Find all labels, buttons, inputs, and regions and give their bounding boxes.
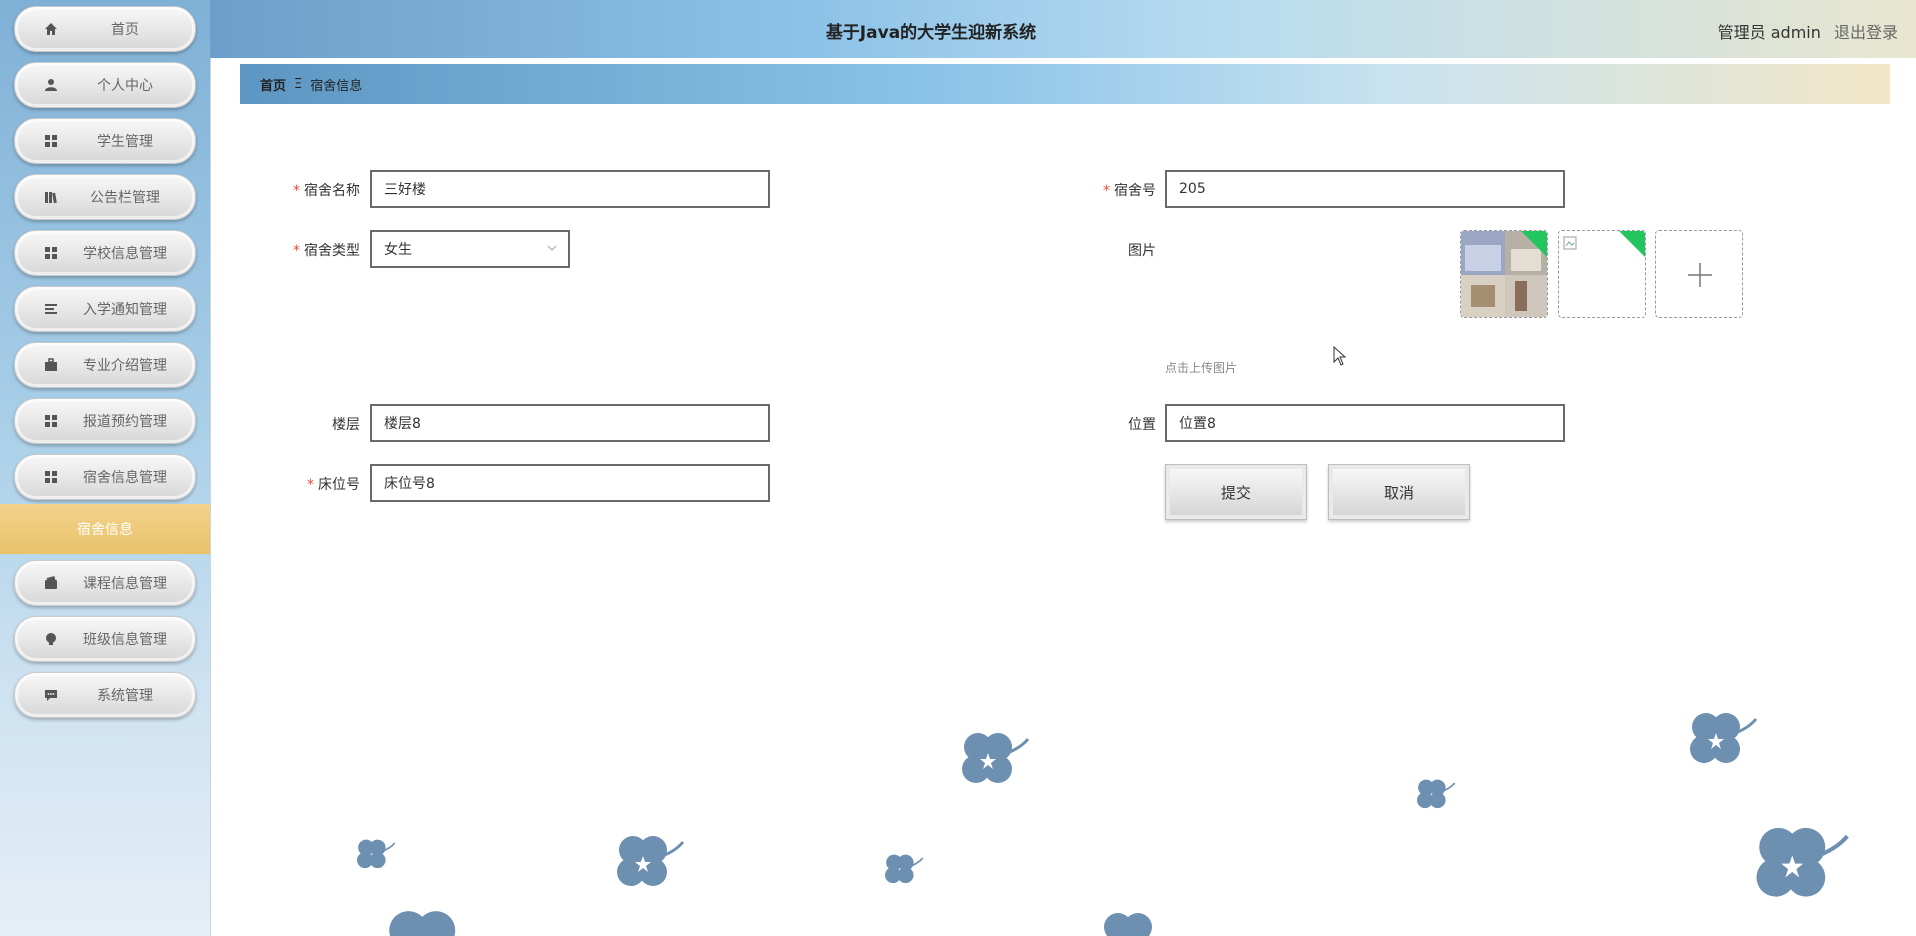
home-icon bbox=[43, 21, 59, 37]
user-area: 管理员 admin 退出登录 bbox=[1718, 19, 1898, 43]
sidebar-item-bulletin[interactable]: 公告栏管理 bbox=[14, 174, 196, 220]
image-upload-button[interactable] bbox=[1655, 230, 1743, 318]
location-input[interactable]: 位置8 bbox=[1165, 404, 1565, 442]
dorm-type-value: 女生 bbox=[384, 242, 412, 258]
dorm-no-input[interactable]: 205 bbox=[1165, 170, 1565, 208]
broken-image-icon bbox=[1563, 235, 1577, 254]
clover-decoration bbox=[1756, 827, 1849, 897]
sidebar-item-class[interactable]: 班级信息管理 bbox=[14, 616, 196, 662]
user-label: 管理员 admin bbox=[1717, 23, 1821, 42]
sidebar-item-label: 公告栏管理 bbox=[90, 190, 160, 206]
clover-decoration bbox=[1690, 713, 1758, 763]
sidebar-item-major[interactable]: 专业介绍管理 bbox=[14, 342, 196, 388]
floor-input[interactable]: 楼层8 bbox=[370, 404, 770, 442]
clover-decoration bbox=[389, 911, 456, 936]
breadcrumb-current: 宿舍信息 bbox=[310, 78, 363, 94]
clover-decoration bbox=[1104, 913, 1152, 936]
dorm-name-input[interactable]: 三好楼 bbox=[370, 170, 770, 208]
upload-hint: 点击上传图片 bbox=[1165, 361, 1238, 375]
app-title: 基于Java的大学生迎新系统 bbox=[825, 23, 1037, 43]
cancel-button[interactable]: 取消 bbox=[1328, 464, 1470, 520]
sidebar-item-course[interactable]: 课程信息管理 bbox=[14, 560, 196, 606]
sidebar-item-label: 个人中心 bbox=[97, 78, 153, 94]
required-mark: * bbox=[307, 477, 314, 493]
bulb-icon bbox=[43, 631, 59, 647]
sidebar-item-booking[interactable]: 报道预约管理 bbox=[14, 398, 196, 444]
upload-success-badge bbox=[1521, 231, 1547, 257]
required-mark: * bbox=[293, 183, 300, 199]
required-mark: * bbox=[1103, 183, 1110, 199]
sidebar-item-label: 课程信息管理 bbox=[83, 576, 167, 592]
sidebar-item-label: 学校信息管理 bbox=[83, 246, 167, 262]
uploaded-image-1[interactable] bbox=[1460, 230, 1548, 318]
plus-icon bbox=[1686, 261, 1714, 293]
chat-icon bbox=[43, 687, 59, 703]
dorm-no-label: * 宿舍号 bbox=[1103, 183, 1156, 199]
sidebar-item-profile[interactable]: 个人中心 bbox=[14, 62, 196, 108]
sidebar: 首页 个人中心 学生管理 公告栏管理 学校信息管理 入学通知管理 专业介绍管理 … bbox=[0, 0, 211, 936]
sidebar-item-label: 入学通知管理 bbox=[83, 302, 167, 318]
sidebar-item-label: 班级信息管理 bbox=[83, 632, 167, 648]
clover-decoration bbox=[1417, 779, 1456, 809]
sidebar-item-label: 宿舍信息管理 bbox=[83, 470, 167, 486]
sidebar-item-home[interactable]: 首页 bbox=[14, 6, 196, 52]
logout-link[interactable]: 退出登录 bbox=[1834, 23, 1898, 42]
sidebar-subitem-dorm-info[interactable]: 宿舍信息 bbox=[0, 504, 210, 554]
dorm-type-select[interactable]: 女生 bbox=[370, 230, 570, 268]
grid-icon bbox=[43, 469, 59, 485]
sidebar-item-students[interactable]: 学生管理 bbox=[14, 118, 196, 164]
grid-icon bbox=[43, 413, 59, 429]
cursor-icon bbox=[1333, 345, 1347, 370]
sidebar-item-label: 首页 bbox=[111, 22, 139, 38]
location-label: 位置 bbox=[1128, 417, 1156, 433]
dorm-type-label: * 宿舍类型 bbox=[293, 243, 360, 259]
floor-label: 楼层 bbox=[332, 417, 360, 433]
sidebar-item-label: 报道预约管理 bbox=[83, 414, 167, 430]
uploaded-image-2[interactable] bbox=[1558, 230, 1646, 318]
list-icon bbox=[43, 301, 59, 317]
grid-icon bbox=[43, 133, 59, 149]
sidebar-item-dorm[interactable]: 宿舍信息管理 bbox=[14, 454, 196, 500]
sidebar-item-notice[interactable]: 入学通知管理 bbox=[14, 286, 196, 332]
bed-no-input[interactable]: 床位号8 bbox=[370, 464, 770, 502]
submit-button[interactable]: 提交 bbox=[1165, 464, 1307, 520]
book-icon bbox=[43, 189, 59, 205]
image-label: 图片 bbox=[1128, 243, 1156, 259]
breadcrumb: 首页 Ξ 宿舍信息 bbox=[240, 64, 1890, 104]
breadcrumb-separator: Ξ bbox=[294, 76, 303, 92]
chevron-down-icon bbox=[546, 242, 558, 254]
clover-decoration bbox=[617, 836, 685, 886]
bed-no-label: * 床位号 bbox=[307, 477, 360, 493]
breadcrumb-home[interactable]: 首页 bbox=[260, 75, 286, 94]
top-header: 基于Java的大学生迎新系统 管理员 admin 退出登录 bbox=[210, 0, 1916, 58]
sidebar-item-label: 系统管理 bbox=[97, 688, 153, 704]
required-mark: * bbox=[293, 243, 300, 259]
clover-decoration bbox=[962, 733, 1030, 783]
sidebar-item-school[interactable]: 学校信息管理 bbox=[14, 230, 196, 276]
user-icon bbox=[43, 77, 59, 93]
sidebar-item-label: 学生管理 bbox=[97, 134, 153, 150]
clover-decoration bbox=[357, 839, 396, 869]
briefcase-icon bbox=[43, 357, 59, 373]
dorm-name-label: * 宿舍名称 bbox=[293, 183, 360, 199]
wallet-icon bbox=[43, 575, 59, 591]
clover-decoration bbox=[885, 854, 924, 884]
sidebar-item-label: 专业介绍管理 bbox=[83, 358, 167, 374]
upload-success-badge bbox=[1619, 231, 1645, 257]
sidebar-item-system[interactable]: 系统管理 bbox=[14, 672, 196, 718]
grid-icon bbox=[43, 245, 59, 261]
